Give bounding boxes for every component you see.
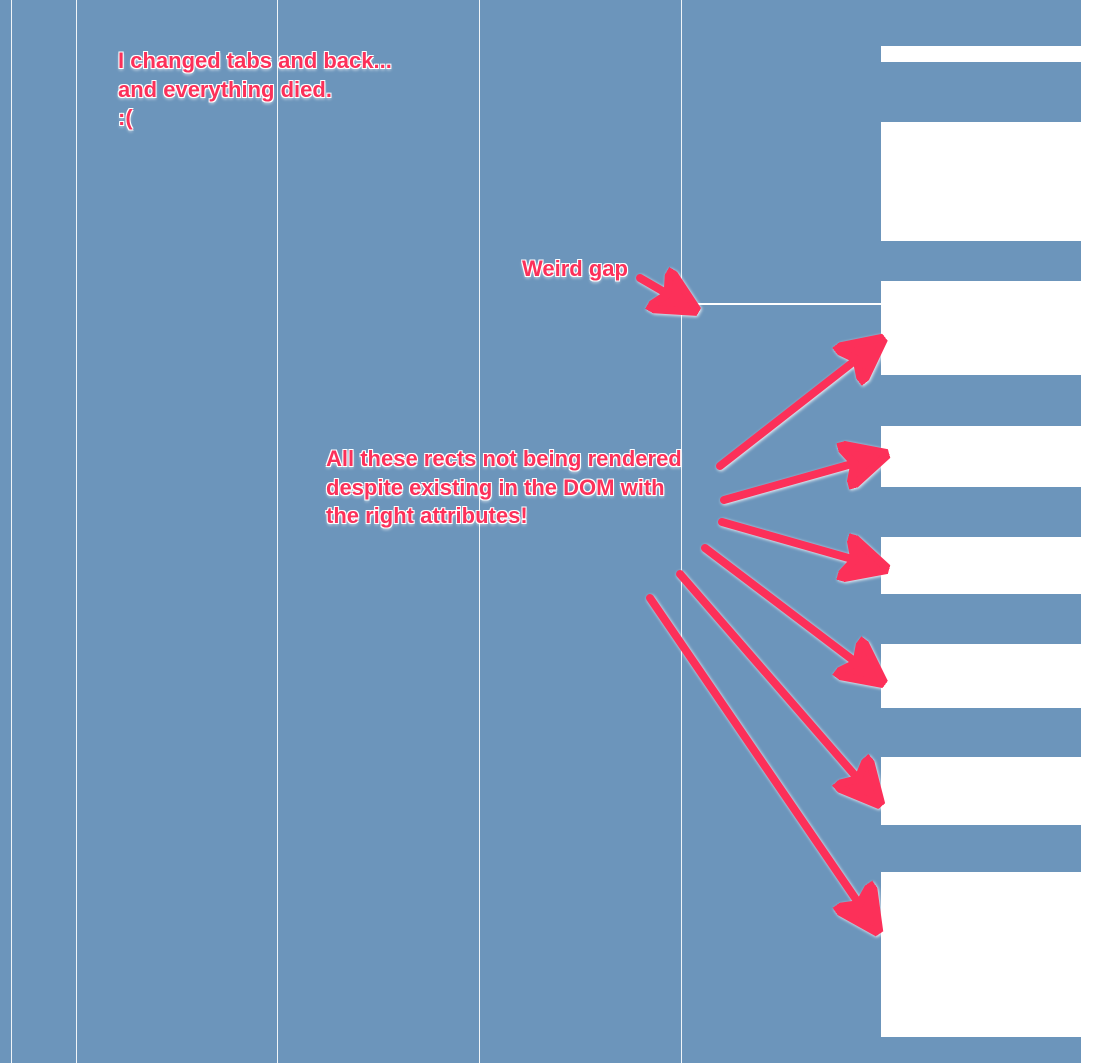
- chart-bar-stub: [881, 594, 1081, 644]
- chart-bar-stub: [881, 487, 1081, 537]
- gap-line: [681, 303, 881, 305]
- grid-line: [76, 0, 77, 1063]
- grid-line: [11, 0, 12, 1063]
- grid-line: [479, 0, 480, 1063]
- annotation-rects-text: All these rects not being rendered despi…: [326, 445, 682, 531]
- chart-main-area: [0, 0, 881, 1063]
- annotation-gap-text: Weird gap: [522, 255, 628, 284]
- grid-line: [277, 0, 278, 1063]
- chart-bar-stub: [881, 0, 1081, 46]
- annotated-chart-screenshot: I changed tabs and back... and everythin…: [0, 0, 1111, 1063]
- chart-bar-stub: [881, 375, 1081, 426]
- chart-bar-stub: [881, 708, 1081, 757]
- chart-bar-stub: [881, 241, 1081, 281]
- chart-bar-stub: [881, 1037, 1081, 1063]
- chart-bar-stub: [881, 825, 1081, 872]
- grid-line: [681, 0, 682, 1063]
- chart-bar-stub: [881, 62, 1081, 122]
- annotation-top-text: I changed tabs and back... and everythin…: [118, 47, 392, 133]
